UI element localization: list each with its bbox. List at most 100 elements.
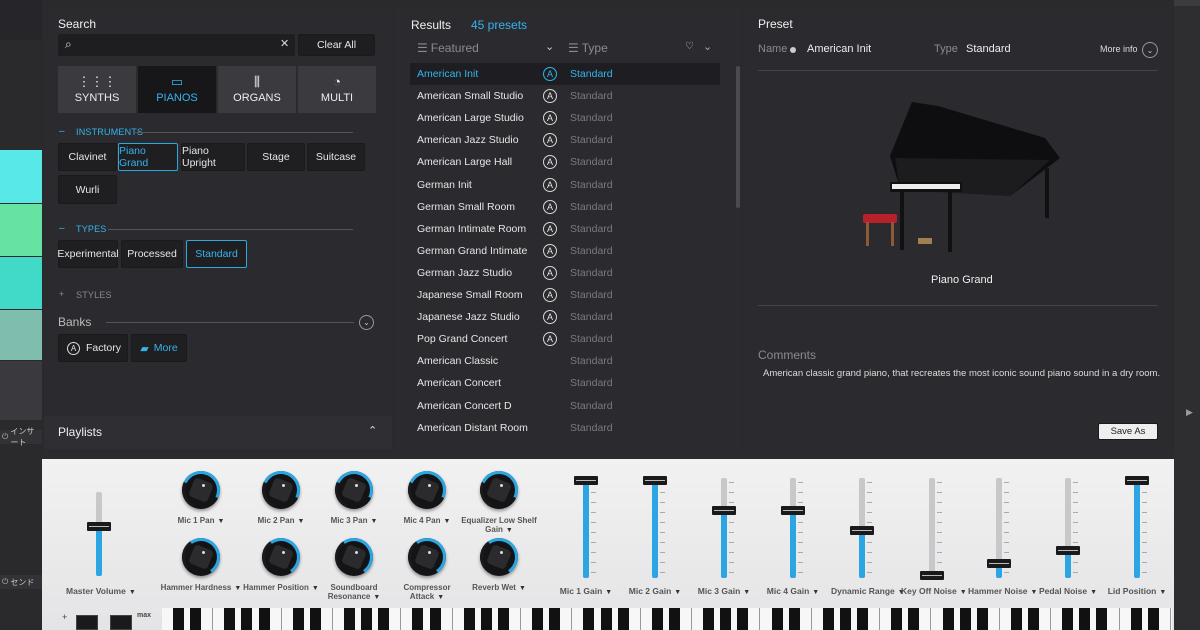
fader-handle[interactable] [643, 476, 667, 485]
search-input[interactable] [82, 36, 272, 54]
black-key[interactable] [241, 608, 253, 630]
result-row[interactable]: German Intimate Room A Standard [410, 218, 720, 240]
dropdown-arrow-icon[interactable]: ▼ [373, 594, 380, 601]
black-key[interactable] [720, 608, 732, 630]
black-key[interactable] [771, 608, 783, 630]
power-icon[interactable]: ⏻ [2, 432, 8, 442]
black-key[interactable] [1010, 608, 1022, 630]
collapse-icon[interactable]: – [59, 223, 65, 234]
search-box[interactable]: ⌕ ✕ [58, 34, 295, 56]
fader-track[interactable] [1134, 478, 1140, 578]
result-row[interactable]: Pop Grand Concert A Standard [410, 328, 720, 350]
host-clip[interactable] [0, 361, 42, 420]
fader-handle[interactable] [1056, 546, 1080, 555]
fader-label[interactable]: Mic 2 Gain ▼ [624, 586, 686, 596]
fader-track[interactable] [929, 478, 935, 578]
knob[interactable] [178, 534, 224, 580]
black-key[interactable] [891, 608, 903, 630]
black-key[interactable] [617, 608, 629, 630]
expand-icon[interactable]: + [59, 289, 64, 299]
black-key[interactable] [1130, 608, 1142, 630]
dropdown-arrow-icon[interactable]: ▼ [519, 585, 526, 592]
power-icon[interactable]: ⏻ [2, 577, 8, 587]
host-clip[interactable] [0, 310, 42, 360]
dropdown-arrow-icon[interactable]: ▼ [812, 589, 819, 596]
dropdown-arrow-icon[interactable]: ▼ [1090, 589, 1097, 596]
more-info-expand-icon[interactable]: ⌄ [1142, 42, 1158, 58]
host-clip[interactable] [0, 150, 42, 203]
knob[interactable] [329, 465, 379, 515]
comments-text[interactable]: American classic grand piano, that recre… [763, 368, 1163, 379]
dropdown-arrow-icon[interactable]: ▼ [370, 518, 377, 525]
instrument-wurli[interactable]: Wurli [58, 175, 117, 204]
black-key[interactable] [532, 608, 544, 630]
black-key[interactable] [378, 608, 390, 630]
black-key[interactable] [258, 608, 270, 630]
black-key[interactable] [839, 608, 851, 630]
mod-wheel[interactable] [76, 615, 98, 630]
black-key[interactable] [309, 608, 321, 630]
black-key[interactable] [412, 608, 424, 630]
knob-label[interactable]: Hammer Hardness ▼ [160, 583, 242, 593]
type-column-header[interactable]: ☰ Type [568, 41, 608, 55]
host-track-header[interactable]: ⏻ センド [0, 575, 42, 589]
fader-track[interactable] [790, 478, 796, 578]
category-organs[interactable]: ⫼ ORGANS [218, 66, 296, 113]
dropdown-arrow-icon[interactable]: ▼ [743, 589, 750, 596]
type-experimental[interactable]: Experimental [57, 240, 119, 268]
fader-label[interactable]: Key Off Noise ▼ [901, 586, 967, 596]
result-row[interactable]: German Jazz Studio A Standard [410, 262, 720, 284]
clear-all-button[interactable]: Clear All [298, 34, 375, 56]
fader-label[interactable]: Lid Position ▼ [1106, 586, 1168, 596]
black-key[interactable] [1062, 608, 1074, 630]
dropdown-arrow-icon[interactable]: ▼ [674, 589, 681, 596]
featured-column-header[interactable]: ☰ Featured [417, 41, 479, 55]
master-volume-handle[interactable] [87, 521, 111, 531]
dropdown-arrow-icon[interactable]: ▼ [129, 589, 136, 596]
fader-track[interactable] [583, 478, 589, 578]
chevron-up-icon[interactable]: ⌃ [368, 424, 377, 437]
piano-keyboard[interactable] [162, 608, 1172, 630]
black-key[interactable] [668, 608, 680, 630]
result-row[interactable]: German Small Room A Standard [410, 196, 720, 218]
result-row[interactable]: Japanese Jazz Studio A Standard [410, 306, 720, 328]
playlists-bar[interactable]: Playlists ⌃ [44, 416, 392, 449]
knob[interactable] [404, 534, 450, 580]
master-volume-slider[interactable] [96, 492, 102, 576]
instrument-piano-grand[interactable]: Piano Grand [118, 143, 178, 171]
result-row[interactable]: Japanese Small Room A Standard [410, 284, 720, 306]
plus-label[interactable]: + [62, 612, 67, 622]
black-key[interactable] [463, 608, 475, 630]
bank-more[interactable]: ▰ More [131, 334, 187, 362]
black-key[interactable] [857, 608, 868, 630]
black-key[interactable] [788, 608, 800, 630]
knob-label[interactable]: Mic 4 Pan ▼ [386, 516, 468, 526]
type-standard[interactable]: Standard [186, 240, 247, 268]
knob-label[interactable]: Compressor Attack ▼ [386, 583, 468, 602]
instrument-clavinet[interactable]: Clavinet [58, 143, 117, 171]
black-key[interactable] [942, 608, 954, 630]
heart-icon[interactable]: ♡ [685, 41, 694, 52]
result-row[interactable]: American Small Studio A Standard [410, 85, 720, 107]
dropdown-arrow-icon[interactable]: ▼ [217, 518, 224, 525]
chevron-down-icon[interactable]: ⌄ [703, 40, 712, 53]
black-key[interactable] [361, 608, 373, 630]
black-key[interactable] [549, 608, 561, 630]
instrument-suitcase[interactable]: Suitcase [307, 143, 365, 171]
fader-track[interactable] [652, 478, 658, 578]
knob[interactable] [402, 465, 452, 515]
category-pianos[interactable]: ▭ PIANOS [138, 66, 216, 113]
fader-handle[interactable] [712, 506, 736, 515]
fader-label[interactable]: Mic 3 Gain ▼ [693, 586, 755, 596]
result-row[interactable]: American Large Hall A Standard [410, 151, 720, 173]
black-key[interactable] [1079, 608, 1091, 630]
black-key[interactable] [703, 608, 715, 630]
save-as-button[interactable]: Save As [1098, 423, 1158, 440]
knob-label[interactable]: Reverb Wet ▼ [458, 583, 540, 593]
black-key[interactable] [224, 608, 236, 630]
fader-label[interactable]: Mic 4 Gain ▼ [762, 586, 824, 596]
knob[interactable] [256, 465, 306, 515]
fader-track[interactable] [721, 478, 727, 578]
type-processed[interactable]: Processed [121, 240, 183, 268]
banks-expand-icon[interactable]: ⌄ [359, 315, 374, 330]
